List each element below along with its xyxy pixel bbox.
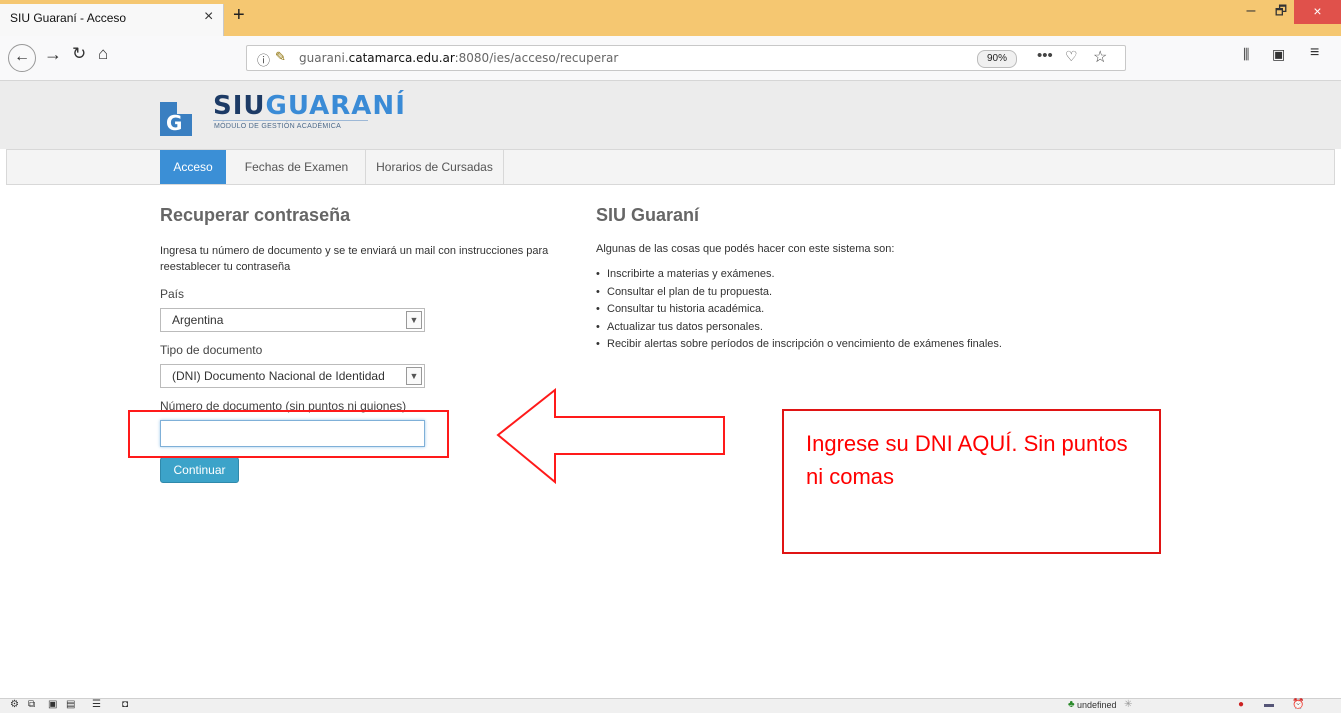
info-icon[interactable]: ⓘ [257,50,270,69]
status-gear-icon[interactable]: ⚙ [10,699,19,710]
status-window-icon[interactable]: ▣ [48,699,57,710]
hamburger-menu-icon[interactable]: ≡ [1310,44,1319,62]
site-nav: Acceso Fechas de Examen Horarios de Curs… [6,149,1335,185]
reload-icon[interactable]: ↻ [72,44,86,64]
status-sun-icon[interactable]: ✳ [1124,699,1132,710]
info-intro: Algunas de las cosas que podés hacer con… [596,243,895,255]
browser-tab[interactable]: SIU Guaraní - Acceso × [0,4,224,36]
insecure-lock-icon[interactable]: ✎ [275,49,286,65]
list-item: Inscribirte a materias y exámenes. [596,266,1002,284]
site-header: G SIUGUARANÍ MÓDULO DE GESTIÓN ACADÉMICA [0,81,1341,149]
tipo-documento-label: Tipo de documento [160,343,263,357]
recover-password-description: Ingresa tu número de documento y se te e… [160,245,549,273]
annotation-note-text: Ingrese su DNI AQUÍ. Sin puntos ni comas [806,431,1128,489]
window-maximize-button[interactable]: 🗗 [1266,2,1296,26]
page-actions-icon[interactable]: ••• [1037,47,1053,64]
zoom-indicator[interactable]: 90% [977,50,1017,68]
pais-select[interactable]: Argentina ▼ [160,308,425,332]
recover-password-title: Recuperar contraseña [160,205,351,225]
tab-title: SIU Guaraní - Acceso [10,11,127,25]
siu-guarani-title: SIU Guaraní [596,205,700,225]
annotation-left-arrow [496,388,725,485]
pais-label: País [160,287,185,301]
tab-close-icon[interactable]: × [204,8,213,26]
new-tab-icon[interactable]: + [233,4,245,27]
siu-guarani-logo[interactable]: SIUGUARANÍ [213,91,406,121]
status-list-icon[interactable]: ☰ [92,699,101,710]
annotation-note-box: Ingrese su DNI AQUÍ. Sin puntos ni comas [782,409,1161,554]
sidebar-icon[interactable]: ▣ [1272,46,1285,63]
list-item: Recibir alertas sobre períodos de inscri… [596,336,1002,354]
logo-divider [213,120,368,121]
home-icon[interactable]: ⌂ [98,44,108,64]
status-leaf-icon: ♣ [1068,699,1075,710]
address-bar[interactable]: ⓘ ✎ guarani.catamarca.edu.ar:8080/ies/ac… [246,45,1126,71]
back-arrow-icon[interactable]: ← [8,44,36,72]
window-close-button[interactable]: × [1294,0,1341,24]
pocket-icon[interactable]: ♡ [1065,48,1078,65]
status-undefined-text: undefined [1077,700,1117,710]
annotation-highlight-rect [128,410,449,458]
tipo-documento-select[interactable]: (DNI) Documento Nacional de Identidad ▼ [160,364,425,388]
chevron-down-icon[interactable]: ▼ [406,311,422,329]
status-alert-icon[interactable]: ● [1238,699,1244,710]
info-list: Inscribirte a materias y exámenes. Consu… [596,266,1002,354]
library-icon[interactable]: ⫼ [1243,46,1249,63]
continuar-button[interactable]: Continuar [160,457,239,483]
logo-subtitle: MÓDULO DE GESTIÓN ACADÉMICA [214,123,342,130]
chevron-down-icon[interactable]: ▼ [406,367,422,385]
status-cloud-icon[interactable]: ▬ [1264,699,1274,710]
tipo-documento-selected-value: (DNI) Documento Nacional de Identidad [172,369,385,383]
bookmark-star-icon[interactable]: ☆ [1093,47,1107,67]
nav-horarios-de-cursadas[interactable]: Horarios de Cursadas [366,150,504,184]
browser-titlebar: SIU Guaraní - Acceso × + – 🗗 × [0,0,1341,36]
forward-arrow-icon[interactable]: → [44,44,62,65]
pais-selected-value: Argentina [172,313,224,327]
list-item: Actualizar tus datos personales. [596,319,1002,337]
status-link-icon[interactable]: ⧉ [28,699,35,710]
browser-toolbar: ← → ↻ ⌂ ⓘ ✎ guarani.catamarca.edu.ar:808… [0,36,1341,81]
window-minimize-button[interactable]: – [1236,2,1266,26]
status-book-icon[interactable]: ▤ [66,699,75,710]
status-bar: ⚙ ⧉ ▣ ▤ ☰ ◘ ♣ undefined ✳ ● ▬ ⏰ [0,698,1341,713]
nav-fechas-de-examen[interactable]: Fechas de Examen [228,150,366,184]
status-box-icon[interactable]: ◘ [122,699,128,710]
siu-logo-icon[interactable]: G [160,102,192,136]
status-clock-icon[interactable]: ⏰ [1292,699,1304,710]
list-item: Consultar el plan de tu propuesta. [596,284,1002,302]
list-item: Consultar tu historia académica. [596,301,1002,319]
nav-acceso[interactable]: Acceso [160,150,226,184]
url-text[interactable]: guarani.catamarca.edu.ar:8080/ies/acceso… [299,51,618,65]
